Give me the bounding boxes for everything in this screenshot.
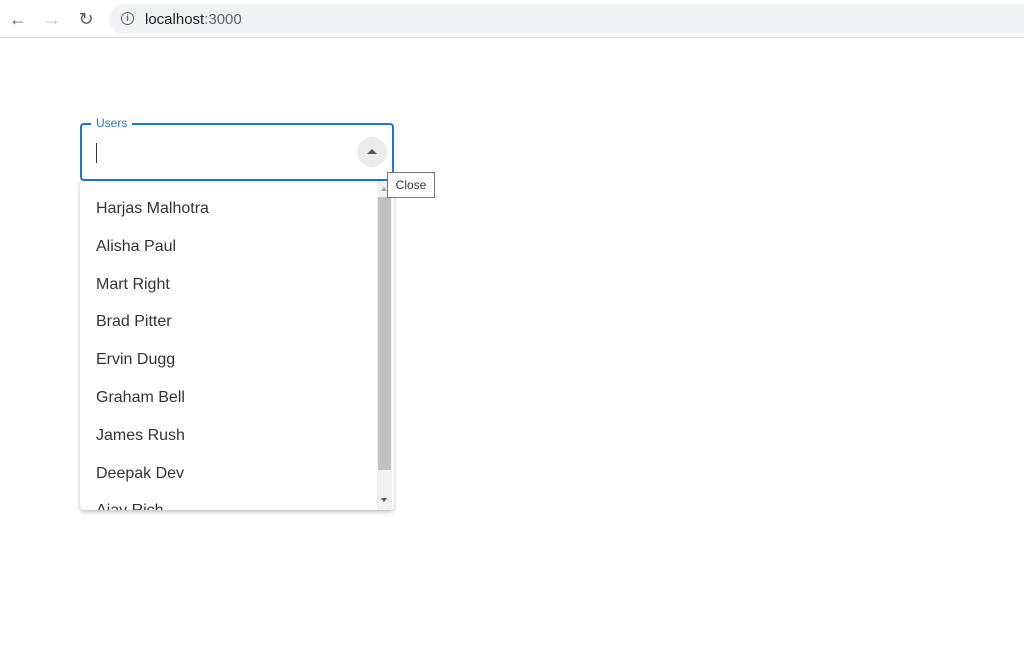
user-option[interactable]: Ajay Rich xyxy=(96,492,164,510)
user-option[interactable]: Graham Bell xyxy=(96,379,185,417)
user-option[interactable]: Deepak Dev xyxy=(96,455,184,493)
url-port: :3000 xyxy=(204,11,242,28)
browser-toolbar: ← → ↻ i localhost:3000 xyxy=(0,0,1024,38)
user-option[interactable]: James Rush xyxy=(96,417,185,455)
close-tooltip: Close xyxy=(387,172,435,198)
scrollbar-thumb[interactable] xyxy=(378,197,391,470)
reload-icon[interactable]: ↻ xyxy=(75,8,97,30)
scroll-down-icon[interactable] xyxy=(381,498,387,502)
forward-icon[interactable]: → xyxy=(41,8,63,30)
user-option[interactable]: Harjas Malhotra xyxy=(96,190,209,228)
users-label: Users xyxy=(91,116,133,130)
back-icon[interactable]: ← xyxy=(7,8,29,30)
user-option[interactable]: Brad Pitter xyxy=(96,303,172,341)
url-host: localhost xyxy=(145,11,205,28)
url-text: localhost:3000 xyxy=(145,11,242,28)
user-option[interactable]: Ervin Dugg xyxy=(96,341,175,379)
users-autocomplete[interactable]: Users xyxy=(80,116,394,181)
close-popup-button[interactable] xyxy=(357,137,387,167)
text-caret xyxy=(96,143,97,163)
user-option[interactable]: Mart Right xyxy=(96,266,170,304)
user-option[interactable]: Alisha Paul xyxy=(96,228,176,266)
address-bar[interactable]: i localhost:3000 xyxy=(109,4,1024,34)
info-icon[interactable]: i xyxy=(121,12,134,25)
listbox-scrollbar[interactable] xyxy=(377,181,392,510)
users-listbox: Ajay RichDeepak DevJames RushGraham Bell… xyxy=(80,181,394,510)
